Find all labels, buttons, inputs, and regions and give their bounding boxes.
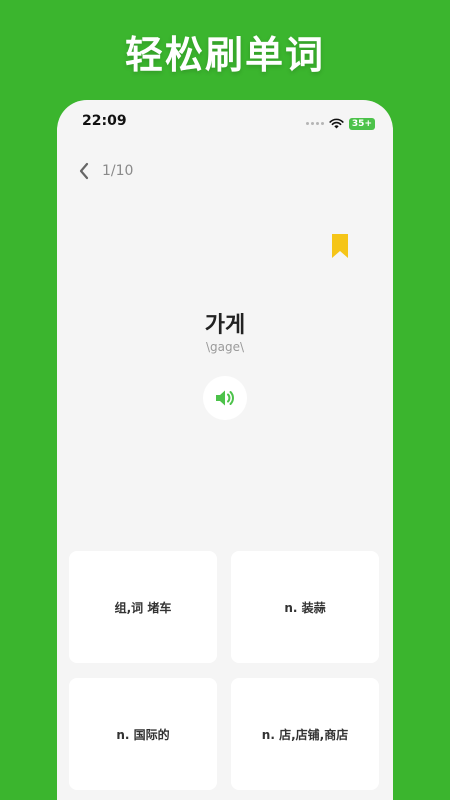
answer-option[interactable]: n. 店,店铺,商店 (231, 678, 379, 790)
status-time: 22:09 (82, 113, 127, 129)
status-bar: 22:09 35+ (57, 100, 393, 142)
status-icons: 35+ (305, 114, 375, 133)
phone-screen: 22:09 35+ 1/10 가게 \gage\ 组,词 堵车 n. 装蒜 n.… (57, 100, 393, 800)
vocab-word: 가게 (204, 313, 246, 338)
answer-option[interactable]: 组,词 堵车 (69, 551, 217, 663)
battery-icon: 35+ (348, 117, 375, 130)
bookmark-icon (332, 234, 348, 258)
answer-option[interactable]: n. 国际的 (69, 678, 217, 790)
signal-icon (305, 122, 324, 125)
phonetic: \gage\ (205, 340, 245, 354)
bookmark-button[interactable] (329, 232, 351, 260)
back-button[interactable] (73, 160, 95, 182)
chevron-left-icon (79, 162, 89, 180)
answer-option[interactable]: n. 装蒜 (231, 551, 379, 663)
wifi-icon (329, 114, 344, 133)
pronounce-button[interactable] (203, 376, 247, 420)
speaker-icon (216, 390, 234, 406)
top-nav: 1/10 (57, 158, 393, 186)
progress-counter: 1/10 (102, 163, 134, 179)
promo-title: 轻松刷单词 (124, 33, 325, 77)
